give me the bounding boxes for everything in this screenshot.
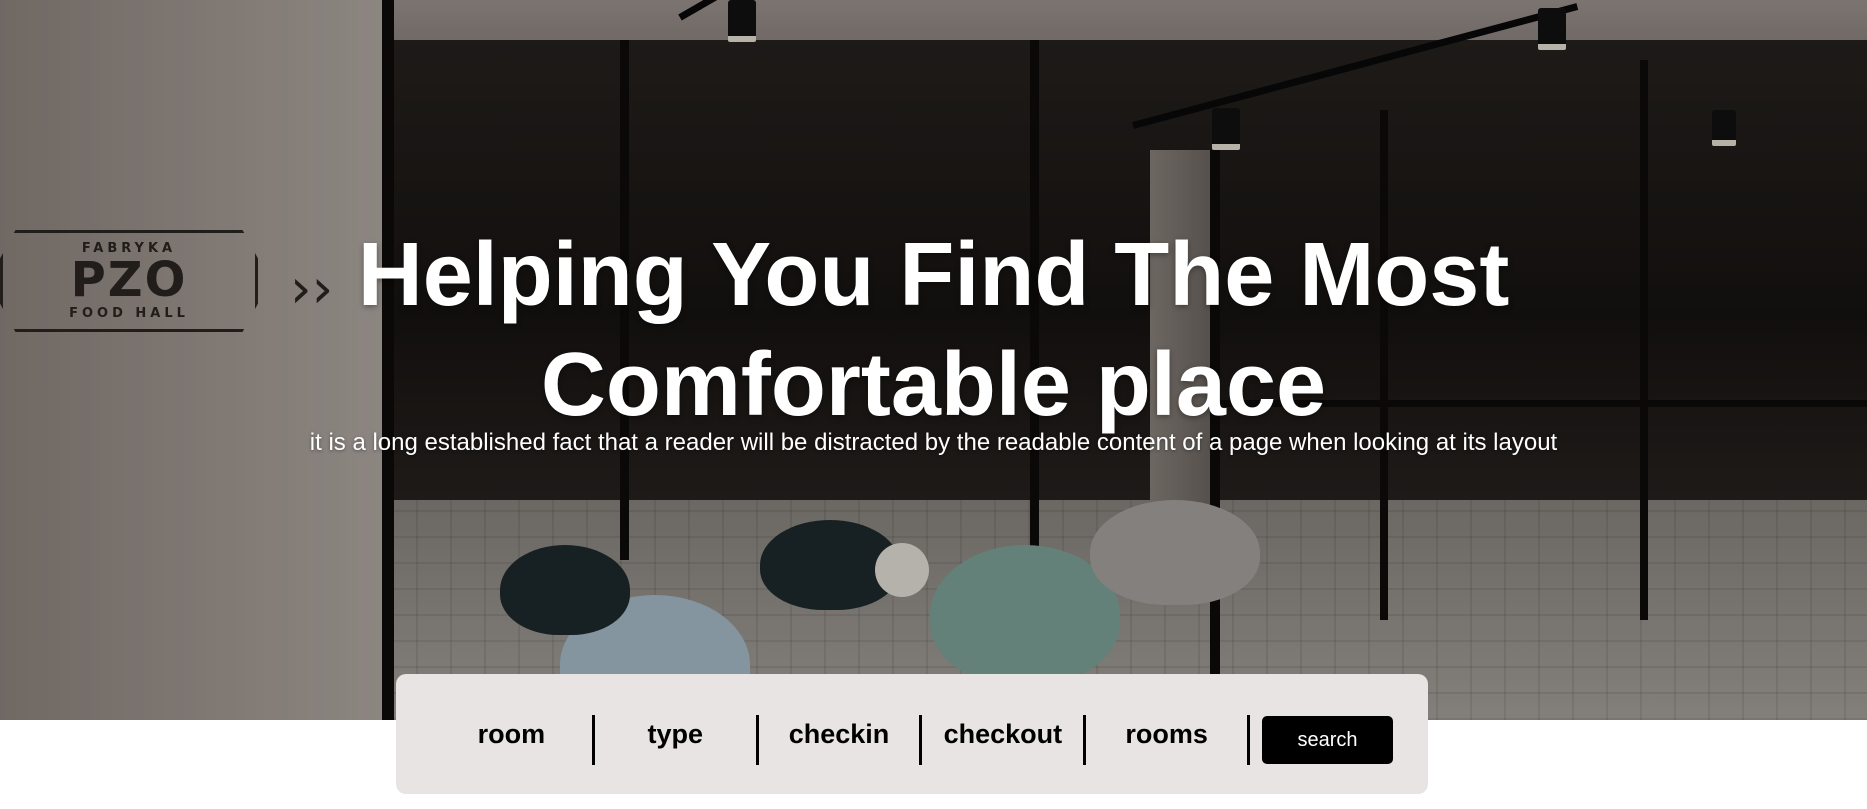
hero-subtitle: it is a long established fact that a rea…	[309, 429, 1558, 456]
search-field-checkin[interactable]: checkin	[759, 708, 920, 760]
search-button[interactable]: search	[1262, 716, 1393, 764]
hero-title: Helping You Find The Most Comfortable pl…	[0, 220, 1867, 440]
hero-section: FABRYKA PZO FOOD HALL ›› Helping You Fin…	[0, 0, 1867, 720]
search-field-checkout[interactable]: checkout	[922, 708, 1083, 760]
search-divider	[1247, 715, 1251, 765]
search-field-rooms[interactable]: rooms	[1086, 708, 1247, 760]
search-field-type[interactable]: type	[595, 708, 756, 760]
search-field-room[interactable]: room	[431, 708, 592, 760]
hero-title-line-1: Helping You Find The Most	[357, 225, 1510, 325]
hero-title-line-2: Comfortable place	[540, 335, 1327, 435]
search-bar: room type checkin checkout rooms search	[396, 674, 1428, 794]
